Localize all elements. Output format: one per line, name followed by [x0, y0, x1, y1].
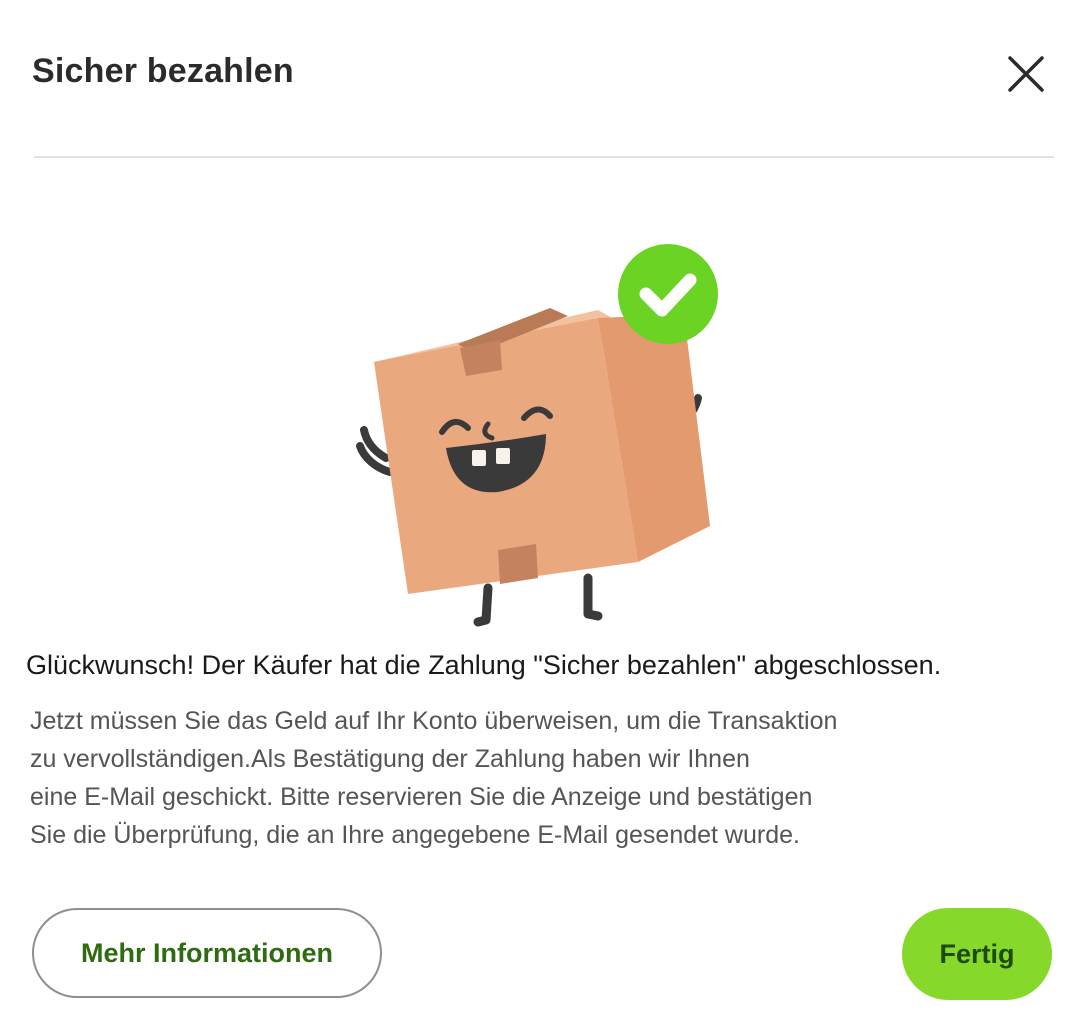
instructions-line: Sie die Überprüfung, die an Ihre angegeb… — [30, 821, 800, 849]
instructions-line: Jetzt müssen Sie das Geld auf Ihr Konto … — [30, 707, 838, 735]
more-info-button[interactable]: Mehr Informationen — [32, 908, 382, 998]
dialog-title: Sicher bezahlen — [32, 52, 294, 90]
check-circle-icon — [618, 244, 718, 344]
secure-payment-dialog: Sicher bezahlen Glückwunsch! Der Käufer … — [0, 0, 1080, 1025]
header-divider — [34, 156, 1054, 158]
happy-box-illustration — [350, 236, 730, 636]
close-icon — [1008, 56, 1044, 92]
close-button[interactable] — [1002, 50, 1050, 98]
instructions-text: Jetzt müssen Sie das Geld auf Ihr Konto … — [30, 702, 1030, 854]
success-headline: Glückwunsch! Der Käufer hat die Zahlung … — [26, 650, 942, 680]
instructions-line: eine E-Mail geschickt. Bitte reservieren… — [30, 783, 813, 811]
happy-box-icon — [356, 244, 718, 627]
done-button[interactable]: Fertig — [902, 908, 1052, 1000]
instructions-line: zu vervollständigen.Als Bestätigung der … — [30, 745, 750, 773]
